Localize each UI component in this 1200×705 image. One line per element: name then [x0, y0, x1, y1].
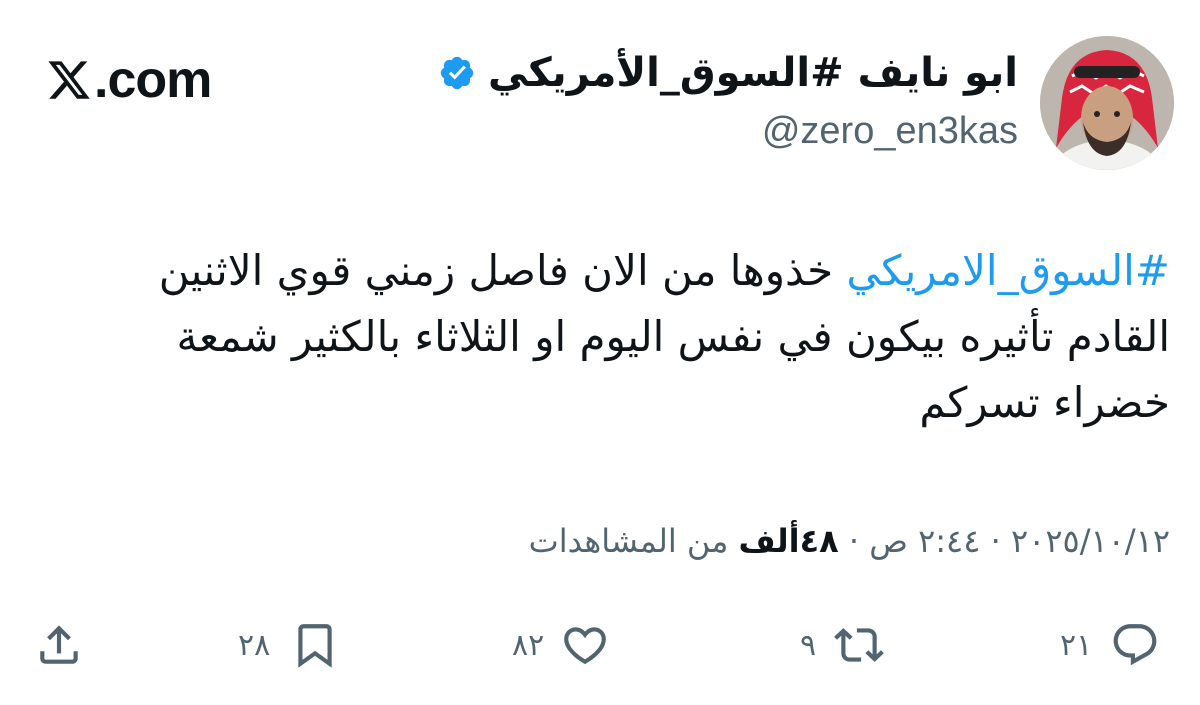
- retweet-icon: [834, 628, 884, 662]
- like-count: ٨٢: [512, 627, 545, 663]
- reply-count: ٢١: [1060, 627, 1093, 663]
- x-logo[interactable]: .com: [46, 50, 212, 110]
- hashtag-link[interactable]: #السوق_الامريكي: [846, 246, 1170, 295]
- share-button[interactable]: [34, 612, 84, 678]
- tweet-text: #السوق_الامريكي خذوها من الان فاصل زمني …: [60, 238, 1170, 436]
- heart-icon: [564, 627, 607, 665]
- tweet-time[interactable]: ٢:٤٤ ص: [869, 522, 980, 560]
- bookmark-icon: [298, 624, 332, 668]
- views-count: ٤٨ألف: [738, 522, 839, 560]
- avatar[interactable]: [1040, 36, 1174, 170]
- bookmark-count: ٢٨: [238, 627, 271, 663]
- retweet-button[interactable]: ٩: [800, 612, 884, 678]
- x-logo-icon: [48, 61, 90, 99]
- bookmark-button[interactable]: ٢٨: [238, 612, 340, 678]
- author-name-row[interactable]: ابو نايف #السوق_الأمريكي: [438, 50, 1018, 96]
- like-button[interactable]: ٨٢: [512, 612, 610, 678]
- logo-text: .com: [94, 51, 212, 109]
- avatar-image: [1040, 36, 1174, 170]
- retweet-count: ٩: [800, 627, 817, 663]
- meta-separator: ·: [838, 522, 870, 560]
- verified-badge-icon: [440, 56, 474, 90]
- tweet-date[interactable]: ٢٠٢٥/١٠/١٢: [1011, 522, 1170, 560]
- meta-separator: ·: [980, 522, 1011, 560]
- reply-icon: [1113, 624, 1157, 666]
- action-bar: ٢١ ٩ ٨٢ ٢٨: [0, 612, 1200, 682]
- share-icon: [40, 625, 78, 664]
- views-label: من المشاهدات: [528, 522, 739, 560]
- handle[interactable]: @zero_en3kas: [762, 110, 1018, 153]
- display-name[interactable]: ابو نايف #السوق_الأمريكي: [488, 50, 1018, 96]
- tweet-meta: ٢٠٢٥/١٠/١٢ · ٢:٤٤ ص · ٤٨ألف من المشاهدات: [529, 522, 1170, 560]
- reply-button[interactable]: ٢١: [1060, 612, 1160, 678]
